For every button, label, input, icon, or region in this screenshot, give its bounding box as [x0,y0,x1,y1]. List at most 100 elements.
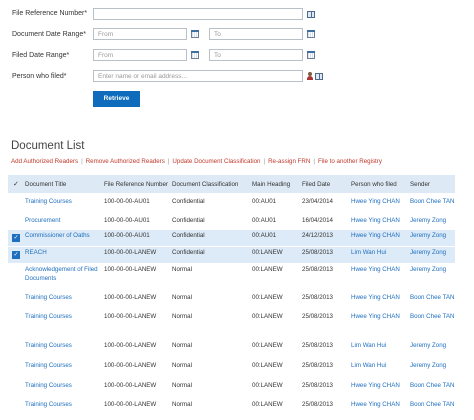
filed-date-cell: 25/08/2013 [302,266,333,273]
document-title-cell[interactable]: Training Courses [25,382,72,389]
table-row[interactable]: Procurement 100-00-00-AU01 Confidential 00:… [8,215,455,227]
person-who-filed-cell[interactable]: Hwee Ying CHAN [351,217,400,224]
person-who-filed-cell[interactable]: Hwee Ying CHAN [351,232,400,239]
address-book-icon[interactable] [307,11,315,18]
sender-cell[interactable]: Jeremy Zong [410,232,446,239]
file-reference-number-cell: 100-00-00-AU01 [104,217,150,224]
filed-date-cell: 25/08/2013 [302,401,333,408]
address-book-icon[interactable] [315,73,323,80]
filed-date-to-input[interactable]: To [209,49,303,61]
file-reference-number-cell: 100-00-00-LANEW [104,401,157,408]
main-heading-cell: 00:LANEW [252,313,283,320]
sender-cell[interactable]: Jeremy Zong [410,362,446,369]
person-who-filed-input[interactable]: Enter name or email address... [93,70,303,82]
sender-cell[interactable]: Jeremy Zong [410,217,446,224]
filed-date-cell: 16/04/2014 [302,217,333,224]
document-date-from-input[interactable]: From [93,28,187,40]
file-reference-label: File Reference Number* [12,10,88,17]
calendar-icon[interactable] [307,51,315,59]
main-heading-cell: 00:AU01 [252,198,277,205]
column-header-classification[interactable]: Document Classification [172,181,238,188]
remove-authorized-readers-link[interactable]: Remove Authorized Readers [86,158,165,165]
document-classification-cell: Normal [172,313,192,320]
calendar-icon[interactable] [191,30,199,38]
document-title-cell[interactable]: Training Courses [25,401,72,408]
sender-cell[interactable]: Boon Chee TAN [410,294,454,301]
filed-date-cell: 23/04/2014 [302,198,333,205]
table-header: ✓ Document Title File Reference Number D… [8,175,455,193]
person-who-filed-cell[interactable]: Lim Wan Hui [351,362,386,369]
file-reference-number-cell: 100-00-00-AU01 [104,198,150,205]
table-row[interactable]: Training Courses 100-00-00-LANEW Normal 00:… [8,292,455,304]
document-classification-cell: Normal [172,401,192,408]
document-classification-cell: Confidential [172,249,205,256]
table-row[interactable]: Training Courses 100-00-00-AU01 Confidenti… [8,196,455,208]
table-row[interactable]: Acknowledgement of Filed Documents 100-00-… [8,264,455,286]
sender-cell[interactable]: Boon Chee TAN [410,313,454,320]
person-who-filed-cell[interactable]: Hwee Ying CHAN [351,294,400,301]
table-row[interactable]: Training Courses 100-00-00-LANEW Normal 00:… [8,360,455,372]
document-title-cell[interactable]: Training Courses [25,313,72,320]
person-who-filed-cell[interactable]: Hwee Ying CHAN [351,198,400,205]
file-reference-input[interactable] [93,8,303,20]
document-title-cell[interactable]: Training Courses [25,198,72,205]
column-header-title[interactable]: Document Title [25,181,66,188]
row-check-icon[interactable]: ✓ [12,234,20,242]
file-reference-number-cell: 100-00-00-LANEW [104,313,157,320]
file-reference-number-cell: 100-00-00-LANEW [104,294,157,301]
document-date-to-input[interactable]: To [209,28,303,40]
sender-cell[interactable]: Jeremy Zong [410,266,446,273]
document-classification-cell: Confidential [172,232,205,239]
add-authorized-readers-link[interactable]: Add Authorized Readers [11,158,78,165]
row-check-icon[interactable]: ✓ [12,251,20,259]
filed-date-from-input[interactable]: From [93,49,187,61]
person-who-filed-cell[interactable]: Lim Wan Hui [351,249,386,256]
column-header-filed-date[interactable]: Filed Date [302,181,330,188]
person-who-filed-cell[interactable]: Hwee Ying CHAN [351,401,400,408]
column-header-frn[interactable]: File Reference Number [104,181,168,188]
person-who-filed-cell[interactable]: Hwee Ying CHAN [351,266,400,273]
calendar-icon[interactable] [307,30,315,38]
document-title-cell[interactable]: Commissioner of Oaths [25,232,90,239]
person-who-filed-cell[interactable]: Lim Wan Hui [351,342,386,349]
column-header-sender[interactable]: Sender [410,181,430,188]
table-row[interactable]: Training Courses 100-00-00-LANEW Normal 00:… [8,311,455,323]
person-who-filed-label: Person who filed* [12,73,67,80]
filed-date-cell: 25/08/2013 [302,294,333,301]
document-title-cell-line2[interactable]: Documents [25,275,56,282]
document-title-cell[interactable]: Training Courses [25,362,72,369]
sender-cell[interactable]: Jeremy Zong [410,342,446,349]
sender-cell[interactable]: Boon Chee TAN [410,198,454,205]
calendar-icon[interactable] [191,51,199,59]
column-header-person[interactable]: Person who filed [351,181,397,188]
sender-cell[interactable]: Jeremy Zong [410,249,446,256]
document-classification-cell: Normal [172,294,192,301]
column-header-main-heading[interactable]: Main Heading [252,181,290,188]
document-title-cell[interactable]: Procurement [25,217,60,224]
sender-cell[interactable]: Boon Chee TAN [410,382,454,389]
person-who-filed-cell[interactable]: Hwee Ying CHAN [351,313,400,320]
main-heading-cell: 00:LANEW [252,362,283,369]
filed-date-cell: 25/08/2013 [302,382,333,389]
document-title-cell[interactable]: Acknowledgement of Filed [25,266,98,273]
reassign-frn-link[interactable]: Re-assign FRN [268,158,310,165]
table-row[interactable]: Training Courses 100-00-00-LANEW Normal 00:… [8,399,455,411]
update-classification-link[interactable]: Update Document Classification [172,158,260,165]
document-title-cell[interactable]: REACH [25,249,47,256]
table-row[interactable]: Training Courses 100-00-00-LANEW Normal 00:… [8,340,455,352]
table-row[interactable]: ✓ Commissioner of Oaths 100-00-00-AU01 Conf… [8,230,455,246]
select-all-check-icon[interactable]: ✓ [13,180,19,188]
file-reference-number-cell: 100-00-00-AU01 [104,232,150,239]
table-row[interactable]: ✓ REACH 100-00-00-LANEW Confidential 00:LANE… [8,247,455,263]
person-icon[interactable] [307,72,313,80]
file-to-registry-link[interactable]: File to another Registry [318,158,382,165]
page-title: Document List [11,140,85,152]
document-title-cell[interactable]: Training Courses [25,294,72,301]
retrieve-button[interactable]: Retrieve [93,91,140,107]
file-reference-number-cell: 100-00-00-LANEW [104,382,157,389]
sender-cell[interactable]: Boon Chee TAN [410,401,454,408]
person-who-filed-cell[interactable]: Hwee Ying CHAN [351,382,400,389]
document-classification-cell: Normal [172,382,192,389]
table-row[interactable]: Training Courses 100-00-00-LANEW Normal 00:… [8,380,455,392]
document-title-cell[interactable]: Training Courses [25,342,72,349]
